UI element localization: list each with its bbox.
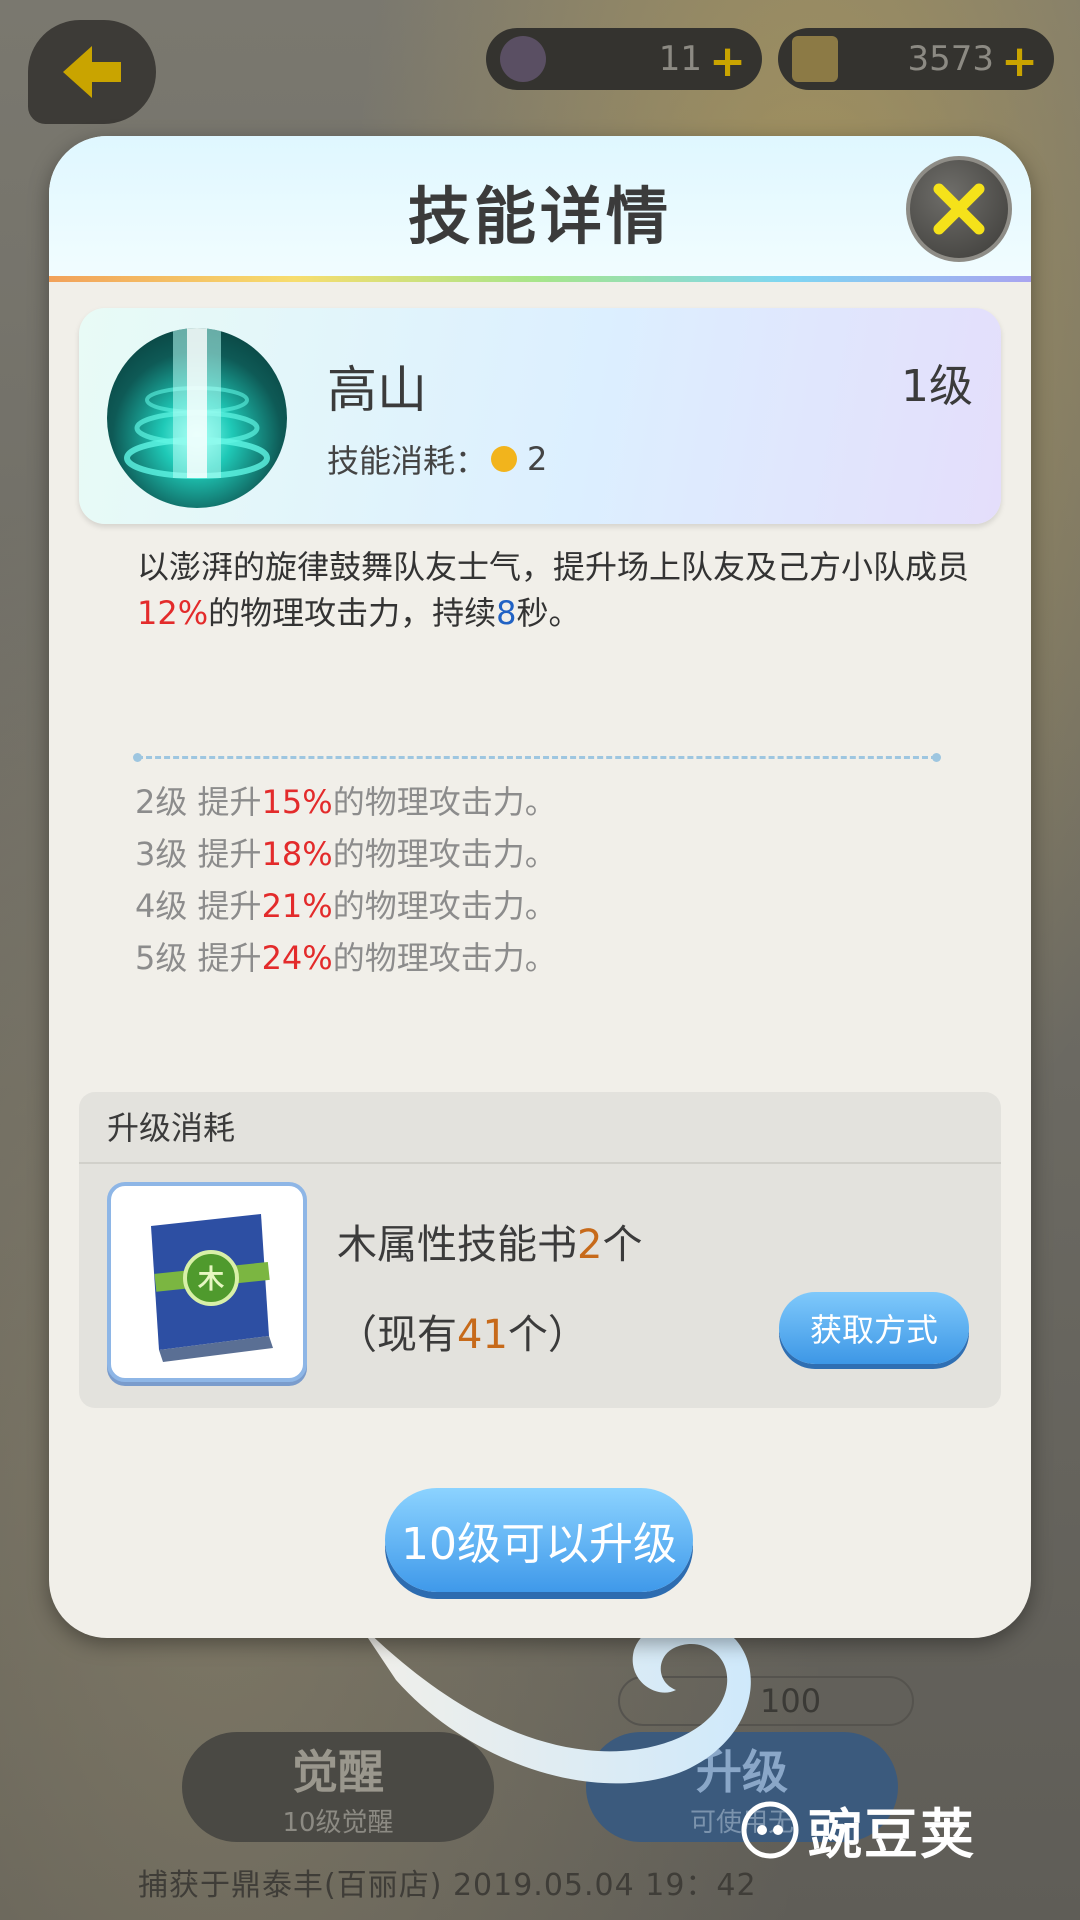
desc-text-1: 以澎湃的旋律鼓舞队友士气，提升场上队友及己方小队成员 [137, 548, 970, 586]
awaken-sub: 10级觉醒 [282, 1807, 394, 1838]
level-label: 4级 [135, 887, 188, 925]
gold-icon [792, 36, 838, 82]
add-gem-icon[interactable]: + [709, 36, 746, 87]
skill-description: 以澎湃的旋律鼓舞队友士气，提升场上队友及己方小队成员 12%的物理攻击力，持续8秒… [137, 544, 997, 636]
dialog-header: 技能详情 [49, 136, 1031, 282]
svg-text:木: 木 [197, 1265, 224, 1295]
item-unit: 个 [602, 1222, 643, 1268]
upgrade-button[interactable]: 10级可以升级 [385, 1488, 693, 1592]
skill-book-item[interactable]: 木 [107, 1182, 307, 1382]
item-owned-line: （现有41个） [337, 1302, 588, 1360]
level-post: 的物理攻击力。 [332, 887, 557, 925]
level-up-row: 4级 提升21%的物理攻击力。 [135, 880, 557, 932]
wandoujia-logo-icon [741, 1801, 799, 1858]
watermark: 豌豆荚 [740, 1790, 976, 1869]
back-arrow-icon [63, 46, 121, 98]
add-gold-icon[interactable]: + [1001, 36, 1038, 87]
upgrade-cost-heading: 升级消耗 [79, 1092, 1001, 1164]
skill-cost: 技能消耗： 2 [327, 436, 547, 482]
header-divider [49, 276, 1031, 282]
level-pct: 15% [261, 783, 333, 821]
level-label: 3级 [135, 835, 188, 873]
close-icon [933, 183, 985, 235]
gold-count: 3573 [907, 39, 994, 79]
upgrade-cost-panel: 升级消耗 木 木属性技能书2个 （现有41个） 获取方式 [79, 1092, 1001, 1408]
level-pct: 18% [261, 835, 333, 873]
gold-counter: 3573 + [778, 28, 1054, 90]
have-prefix: （现有 [337, 1312, 457, 1358]
item-name-line: 木属性技能书2个 [337, 1212, 642, 1270]
desc-text-3: 秒。 [516, 594, 581, 632]
desc-percent: 12% [137, 594, 209, 632]
level-label: 2级 [135, 783, 188, 821]
dashed-divider [133, 753, 941, 762]
level-post: 的物理攻击力。 [332, 783, 557, 821]
dialog-swirl-decoration [356, 1620, 751, 1784]
capture-info: 捕获于鼎泰丰(百丽店) 2019.05.04 19：42 [138, 1868, 757, 1903]
skill-cost-label: 技能消耗： [327, 442, 488, 480]
level-up-row: 3级 提升18%的物理攻击力。 [135, 828, 557, 880]
level-post: 的物理攻击力。 [332, 939, 557, 977]
level-pct: 24% [261, 939, 333, 977]
skill-detail-dialog: 技能详情 高山 1级 技能消耗： 2 以澎湃的旋律鼓舞队友士气，提升场上队友及己… [49, 136, 1031, 1638]
skill-level: 1级 [901, 361, 973, 412]
skill-icon [107, 328, 287, 508]
cost-value: 100 [760, 1682, 822, 1720]
level-pct: 21% [261, 887, 333, 925]
skill-card: 高山 1级 技能消耗： 2 [79, 308, 1001, 524]
watermark-text: 豌豆荚 [808, 1803, 976, 1866]
desc-text-2: 的物理攻击力，持续 [208, 594, 497, 632]
have-count: 41 [457, 1312, 508, 1358]
have-suffix: 个） [507, 1312, 588, 1358]
level-up-row: 2级 提升15%的物理攻击力。 [135, 776, 557, 828]
gem-count: 11 [658, 39, 702, 79]
dialog-title: 技能详情 [407, 180, 672, 253]
gem-counter: 11 + [486, 28, 762, 90]
level-post: 的物理攻击力。 [332, 835, 557, 873]
desc-seconds: 8 [496, 594, 517, 632]
skill-cost-value: 2 [527, 440, 548, 478]
get-method-button[interactable]: 获取方式 [779, 1292, 969, 1364]
level-pre: 提升 [197, 887, 262, 925]
level-pre: 提升 [197, 939, 262, 977]
back-button[interactable] [28, 20, 156, 124]
energy-icon [491, 446, 518, 472]
level-up-list: 2级 提升15%的物理攻击力。 3级 提升18%的物理攻击力。 4级 提升21%… [135, 776, 557, 984]
level-pre: 提升 [197, 835, 262, 873]
skill-name: 高山 [327, 361, 427, 419]
close-button[interactable] [906, 156, 1012, 262]
level-pre: 提升 [197, 783, 262, 821]
item-name: 木属性技能书 [337, 1222, 577, 1268]
item-count: 2 [577, 1222, 603, 1268]
skill-book-icon: 木 [151, 1214, 273, 1362]
level-up-row: 5级 提升24%的物理攻击力。 [135, 932, 557, 984]
character-token-icon [500, 36, 546, 82]
level-label: 5级 [135, 939, 188, 977]
